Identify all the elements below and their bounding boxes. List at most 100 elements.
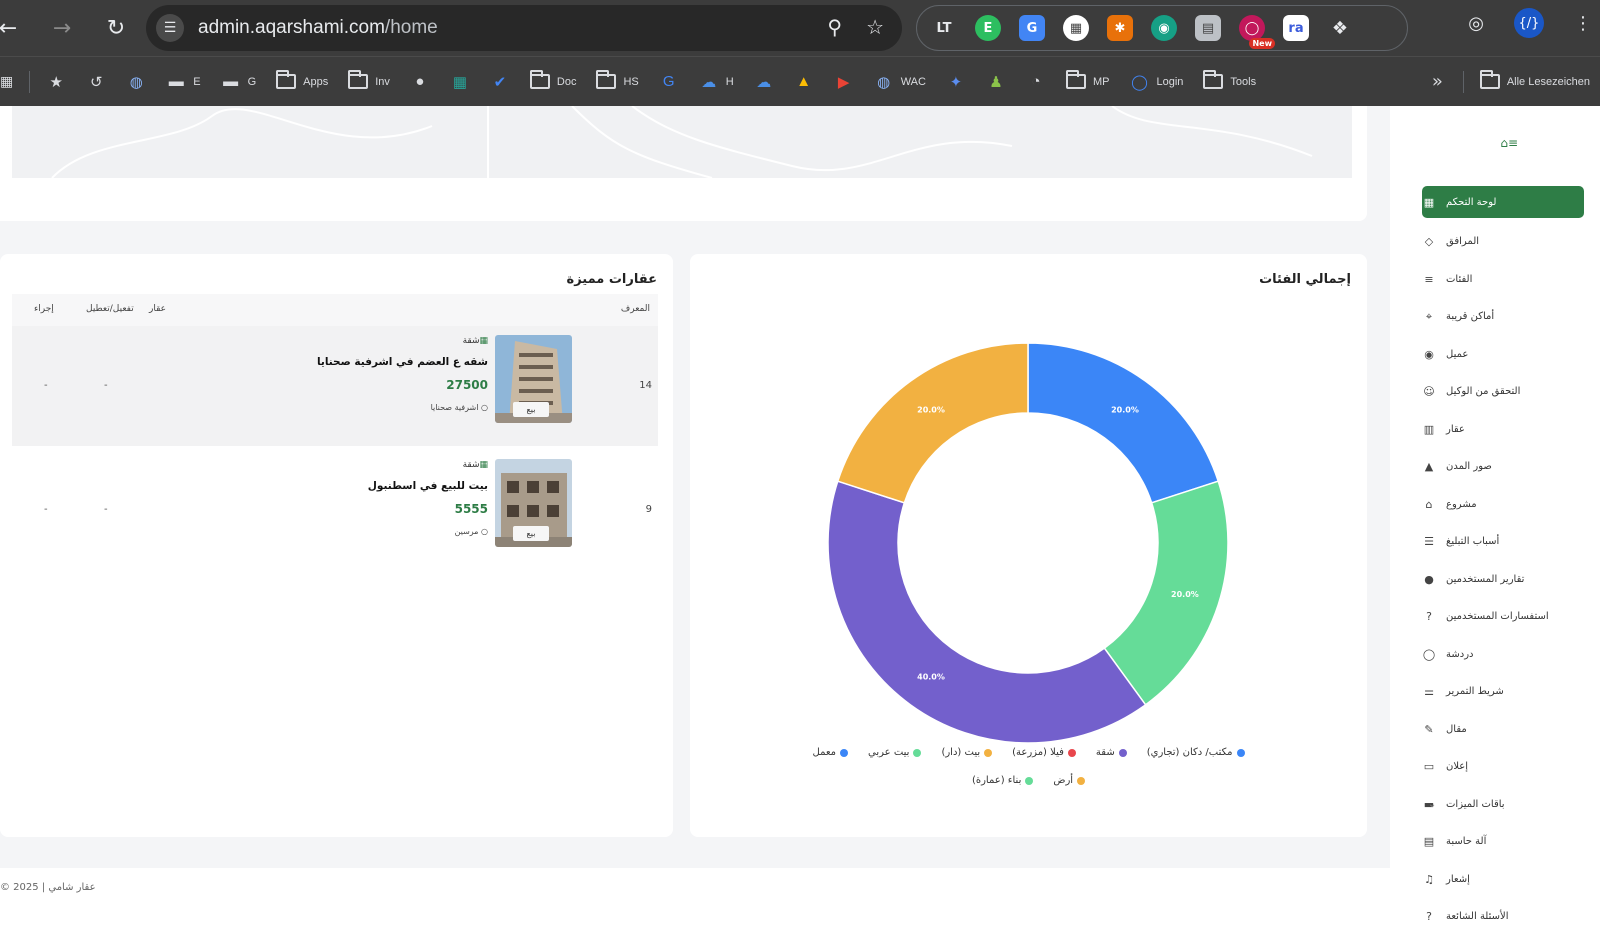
sidebar-item[interactable]: ⌖ أماكن قريبة	[1422, 298, 1584, 336]
address-bar[interactable]: ☰ admin.aqarshami.com/home ⚲ ☆	[146, 5, 902, 51]
bookmark-item[interactable]: ◔	[1016, 67, 1056, 97]
bookmark-item[interactable]: ▬ E	[156, 67, 210, 97]
bookmark-item[interactable]: Doc	[520, 67, 587, 97]
sidebar-item[interactable]: ? استفسارات المستخدمين	[1422, 598, 1584, 636]
legend-item[interactable]: مكتب/ دكان (تجاري)	[1147, 747, 1245, 758]
bookmark-item[interactable]: ◍ WAC	[864, 67, 936, 97]
forward-icon[interactable]: →	[44, 10, 80, 46]
bookmark-item[interactable]: ▲	[784, 67, 824, 97]
sidebar-item[interactable]: ▥ عقار	[1422, 411, 1584, 449]
property-image[interactable]: بيع	[495, 459, 572, 547]
bookmark-item[interactable]: G	[649, 67, 689, 97]
reload-icon[interactable]: ↻	[98, 10, 134, 46]
translate-icon: G	[662, 73, 675, 90]
sidebar-item[interactable]: ☰ أسباب التبليغ	[1422, 523, 1584, 561]
more-bookmarks-icon[interactable]: »	[1418, 71, 1457, 92]
legend-item[interactable]: أرض	[1053, 775, 1086, 786]
location-pin-icon: ○	[481, 527, 488, 536]
bookmark-label: MP	[1092, 75, 1110, 88]
bookmark-item[interactable]: ▬ G	[211, 67, 267, 97]
property-name[interactable]: بيت للبيع في اسطنبول	[368, 480, 488, 492]
sidebar-item[interactable]: ✎ مقال	[1422, 711, 1584, 749]
sidebar-item[interactable]: ⌂ مشروع	[1422, 486, 1584, 524]
bookmark-item[interactable]: ◯ Login	[1119, 67, 1193, 97]
donut-slice[interactable]	[1103, 480, 1229, 706]
sidebar-item[interactable]: ▲ صور المدن	[1422, 448, 1584, 486]
table-row[interactable]: 14 بيع ▦شقة شقه ع العضم في اشرفية صحنايا…	[12, 326, 658, 446]
sidebar-item[interactable]: ◯ دردشة	[1422, 636, 1584, 674]
legend-item[interactable]: بيت عربي	[868, 747, 922, 758]
sidebar-item[interactable]: ≡ الفئات	[1422, 261, 1584, 299]
url-text[interactable]: admin.aqarshami.com/home	[198, 17, 438, 39]
sidebar-item[interactable]: ▬ باقات الميزات ⌄	[1422, 786, 1584, 824]
bookmark-item[interactable]: ▦	[440, 67, 480, 97]
property-name[interactable]: شقه ع العضم في اشرفية صحنايا	[317, 356, 488, 368]
zoom-icon[interactable]: ⚲	[827, 15, 842, 39]
bookmark-item[interactable]: ☁ H	[689, 67, 744, 97]
bookmark-item[interactable]: ◍	[116, 67, 156, 97]
bookmark-item[interactable]: ★	[36, 67, 76, 97]
bookmark-item[interactable]: ▶	[824, 67, 864, 97]
logo-icon[interactable]: ⌂≡	[1500, 136, 1518, 150]
extension-ra-icon[interactable]: ra	[1283, 15, 1309, 41]
bookmark-item[interactable]: ↺	[76, 67, 116, 97]
donut-slice[interactable]	[827, 480, 1147, 744]
redacted-icon: ▬	[168, 73, 184, 90]
all-bookmarks[interactable]: Alle Lesezeichen	[1470, 67, 1600, 97]
bookmark-item[interactable]: ♟	[976, 67, 1016, 97]
bookmark-item[interactable]: MP	[1056, 67, 1120, 97]
extension-screenshot-icon[interactable]: ▦	[1063, 15, 1089, 41]
legend-item[interactable]: فيلا (مزرعة)	[1012, 747, 1076, 758]
sidebar-item[interactable]: ▦ لوحة التحكم	[1422, 186, 1584, 218]
bookmark-item[interactable]: ●	[400, 67, 440, 97]
legend-item[interactable]: معمل	[813, 747, 849, 758]
sidebar: ⌂≡ ▦ لوحة التحكم ◇ المرافق ≡ الفئات ⌖ أماكن قري…	[1390, 106, 1600, 927]
bookmark-item[interactable]: Apps	[266, 67, 338, 97]
extension-puzzle-color-icon[interactable]: ✱	[1107, 15, 1133, 41]
sidebar-item[interactable]: ● تقارير المستخدمين	[1422, 561, 1584, 599]
bookmark-item[interactable]: ✔	[480, 67, 520, 97]
sidebar-item[interactable]: ▭ إعلان	[1422, 748, 1584, 786]
extensions-puzzle-icon[interactable]: ❖	[1327, 15, 1353, 41]
chevron-down-icon[interactable]: ⌄	[1428, 799, 1436, 810]
bookmark-item[interactable]: ☁	[744, 67, 784, 97]
extension-translate-icon[interactable]: G	[1019, 15, 1045, 41]
extension-evernote-icon[interactable]: E	[975, 15, 1001, 41]
bookmark-label: Apps	[303, 75, 329, 88]
diamond-icon: ◇	[1424, 235, 1434, 249]
bookmark-item[interactable]: HS	[586, 67, 648, 97]
sidebar-item[interactable]: ◉ عميل	[1422, 336, 1584, 374]
legend-item[interactable]: بيت (دار)	[941, 747, 993, 758]
profile-avatar[interactable]: {/}	[1514, 8, 1544, 38]
extension-head-icon[interactable]: ◉	[1151, 15, 1177, 41]
donut-slice[interactable]	[1027, 342, 1220, 504]
sidebar-item[interactable]: ⚌ شريط التمرير	[1422, 673, 1584, 711]
sidebar-item[interactable]: ◇ المرافق	[1422, 223, 1584, 261]
legend-label: بيت (دار)	[941, 747, 981, 758]
extension-doc-icon[interactable]: ▤	[1195, 15, 1221, 41]
bookmark-item[interactable]: Tools	[1193, 67, 1266, 97]
back-icon[interactable]: ←	[0, 10, 26, 46]
extension-lt-icon[interactable]: LT	[931, 15, 957, 41]
legend-label: فيلا (مزرعة)	[1012, 747, 1064, 758]
chevron-down-icon[interactable]: ⌄	[1428, 386, 1436, 397]
extension-new-icon[interactable]: ◯ New	[1239, 15, 1275, 49]
property-image[interactable]: بيع	[495, 335, 572, 423]
sidebar-item[interactable]: ♫ إشعار	[1422, 861, 1584, 899]
bookmark-star-icon[interactable]: ☆	[866, 15, 884, 39]
sidebar-item[interactable]: ☺ التحقق من الوكيل ⌄	[1422, 373, 1584, 411]
menu-dots-icon[interactable]: ⋮	[1574, 13, 1592, 34]
column-toggle: تفعيل/تعطيل	[86, 304, 134, 314]
google-lens-icon[interactable]: ◎	[1468, 13, 1484, 34]
donut-slice[interactable]	[836, 342, 1029, 504]
legend-item[interactable]: بناء (عمارة)	[972, 775, 1034, 786]
sidebar-item[interactable]: ? الأسئلة الشائعة	[1422, 898, 1584, 927]
site-settings-icon[interactable]: ☰	[156, 14, 184, 42]
bookmark-item[interactable]: Inv	[338, 67, 400, 97]
apps-grid-icon[interactable]: ▦	[0, 74, 23, 90]
bookmark-item[interactable]: ✦	[936, 67, 976, 97]
table-row[interactable]: 9 بيع ▦شقة بيت للبيع في اسطنبول 5555 ○ م…	[12, 450, 658, 570]
sidebar-item[interactable]: ▤ آلة حاسبة	[1422, 823, 1584, 861]
legend-item[interactable]: شقة	[1096, 747, 1127, 758]
property-category: ▦شقة	[462, 336, 488, 346]
